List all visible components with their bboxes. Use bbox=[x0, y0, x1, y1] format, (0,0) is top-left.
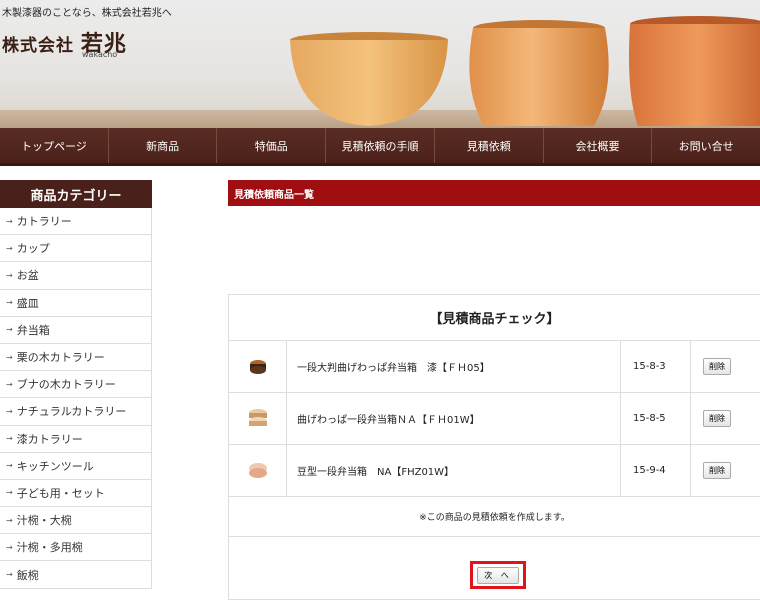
arrow-icon: → bbox=[6, 434, 13, 444]
panel-title: 【見積商品チェック】 bbox=[229, 295, 760, 341]
delete-button[interactable]: 削除 bbox=[703, 462, 731, 479]
brand-romaji: wakacho bbox=[82, 50, 118, 59]
quote-check-panel: 【見積商品チェック】 一段大判曲げわっぱ弁当箱 漆【ＦＨ05】 15-8-3 削… bbox=[228, 294, 760, 600]
nav-new-products[interactable]: 新商品 bbox=[109, 128, 218, 163]
sidebar-item[interactable]: → キッチンツール bbox=[0, 452, 152, 480]
product-name[interactable]: 豆型一段弁当箱 NA【FHZ01W】 bbox=[287, 445, 621, 496]
next-button-highlight: 次 へ bbox=[470, 561, 526, 589]
table-row: 曲げわっぱ一段弁当箱ＮＡ【ＦＨ01W】 15-8-5 削除 bbox=[229, 393, 760, 445]
main-nav: トップページ 新商品 特価品 見積依頼の手順 見積依頼 会社概要 お問い合せ bbox=[0, 128, 760, 166]
arrow-icon: → bbox=[6, 379, 13, 389]
sidebar-item[interactable]: → 汁椀・多用椀 bbox=[0, 534, 152, 562]
bean-bento-icon bbox=[248, 462, 267, 478]
arrow-icon: → bbox=[6, 352, 13, 362]
delete-button[interactable]: 削除 bbox=[703, 358, 731, 375]
arrow-icon: → bbox=[6, 243, 13, 253]
nav-contact[interactable]: お問い合せ bbox=[652, 128, 760, 163]
product-code: 15-8-5 bbox=[621, 393, 691, 444]
sidebar-item[interactable]: → 弁当箱 bbox=[0, 316, 152, 344]
cup-image-3 bbox=[629, 16, 760, 126]
sidebar-title: 商品カテゴリー bbox=[0, 180, 152, 208]
site-header: 木製漆器のことなら、株式会社若兆へ 株式会社 若兆 wakacho bbox=[0, 0, 760, 128]
section-title: 見積依頼商品一覧 bbox=[228, 180, 760, 206]
arrow-icon: → bbox=[6, 515, 13, 525]
natural-bento-icon bbox=[248, 408, 267, 426]
sidebar-item[interactable]: → お盆 bbox=[0, 262, 152, 290]
nav-quote-procedure[interactable]: 見積依頼の手順 bbox=[326, 128, 435, 163]
arrow-icon: → bbox=[6, 406, 13, 416]
nav-top-page[interactable]: トップページ bbox=[0, 128, 109, 163]
product-code: 15-8-3 bbox=[621, 341, 691, 392]
quote-notice: ※この商品の見積依頼を作成します。 bbox=[229, 497, 760, 537]
sidebar-item[interactable]: → 栗の木カトラリー bbox=[0, 343, 152, 372]
product-name[interactable]: 曲げわっぱ一段弁当箱ＮＡ【ＦＨ01W】 bbox=[287, 393, 621, 444]
nav-special-price[interactable]: 特価品 bbox=[217, 128, 327, 163]
lacquer-bento-icon bbox=[249, 359, 266, 374]
sidebar-item[interactable]: → 子ども用・セット bbox=[0, 479, 152, 508]
sidebar-item[interactable]: → カップ bbox=[0, 235, 152, 263]
sidebar-item[interactable]: → カトラリー bbox=[0, 208, 152, 236]
arrow-icon: → bbox=[6, 216, 13, 226]
arrow-icon: → bbox=[6, 298, 13, 308]
product-code: 15-9-4 bbox=[621, 445, 691, 496]
sidebar-item[interactable]: → ナチュラルカトラリー bbox=[0, 398, 152, 426]
sidebar-item[interactable]: → 漆カトラリー bbox=[0, 425, 152, 453]
category-sidebar: 商品カテゴリー → カトラリー → カップ → お盆 → 盛皿 → 弁当箱 → 栗の木カトラ… bbox=[0, 180, 152, 589]
brand-logo[interactable]: 株式会社 若兆 wakacho bbox=[2, 26, 127, 59]
sidebar-item[interactable]: → 汁椀・大椀 bbox=[0, 507, 152, 535]
arrow-icon: → bbox=[6, 461, 13, 471]
arrow-icon: → bbox=[6, 542, 13, 552]
table-row: 豆型一段弁当箱 NA【FHZ01W】 15-9-4 削除 bbox=[229, 445, 760, 497]
table-row: 一段大判曲げわっぱ弁当箱 漆【ＦＨ05】 15-8-3 削除 bbox=[229, 341, 760, 393]
sidebar-item[interactable]: → ブナの木カトラリー bbox=[0, 371, 152, 399]
arrow-icon: → bbox=[6, 325, 13, 335]
bowl-image-1 bbox=[290, 32, 448, 126]
arrow-icon: → bbox=[6, 488, 13, 498]
next-button[interactable]: 次 へ bbox=[477, 566, 519, 584]
sidebar-item[interactable]: → 盛皿 bbox=[0, 289, 152, 317]
product-name[interactable]: 一段大判曲げわっぱ弁当箱 漆【ＦＨ05】 bbox=[287, 341, 621, 392]
cup-image-2 bbox=[469, 20, 609, 126]
arrow-icon: → bbox=[6, 270, 13, 280]
nav-company[interactable]: 会社概要 bbox=[544, 128, 653, 163]
sidebar-item[interactable]: → 飯椀 bbox=[0, 561, 152, 589]
nav-quote-request[interactable]: 見積依頼 bbox=[435, 128, 544, 163]
arrow-icon: → bbox=[6, 570, 13, 580]
delete-button[interactable]: 削除 bbox=[703, 410, 731, 427]
site-tagline: 木製漆器のことなら、株式会社若兆へ bbox=[2, 8, 172, 19]
